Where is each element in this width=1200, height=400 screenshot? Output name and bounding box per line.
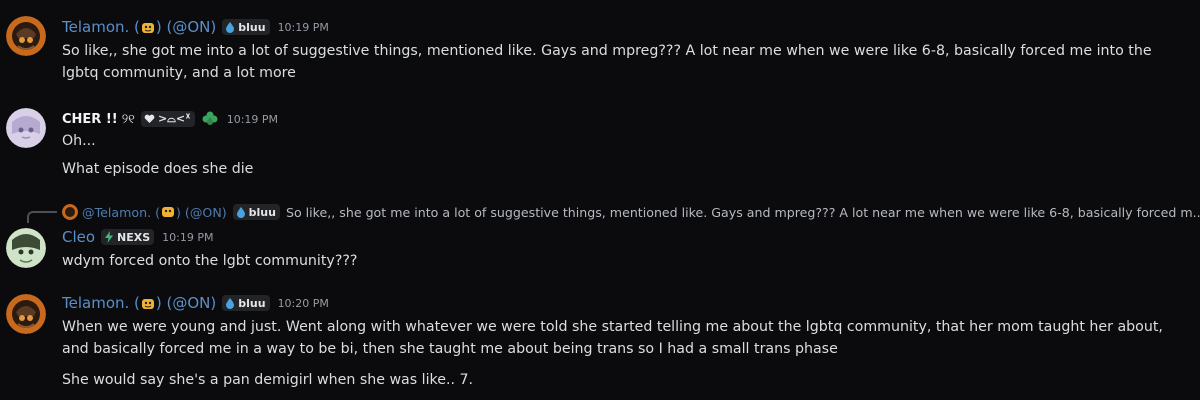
username[interactable]: Telamon. ( [62, 18, 140, 36]
reply-preview[interactable]: @Telamon. ( ) (@ON) bluu So like,, she g… [62, 202, 1200, 222]
tag-label: bluu [238, 296, 266, 310]
theater-mask-icon [161, 205, 175, 219]
message-header: Telamon. ( ) (@ON) bluu 10:19 PM [62, 16, 329, 38]
lightning-icon [105, 231, 114, 243]
message-text: So like,, she got me into a lot of sugge… [62, 43, 1152, 81]
server-tag[interactable]: NEXS [101, 229, 155, 245]
reply-avatar [62, 204, 78, 220]
cleo-avatar[interactable] [6, 228, 46, 268]
reply-spine [27, 211, 57, 223]
timestamp: 10:19 PM [162, 230, 214, 244]
timestamp: 10:19 PM [226, 112, 279, 126]
tag-label: NEXS [117, 230, 151, 244]
reply-username[interactable]: @Telamon. ( [82, 205, 160, 220]
tag-label: bluu [238, 20, 266, 34]
theater-mask-icon [141, 20, 155, 34]
username[interactable]: Cleo [62, 228, 95, 246]
message-text: She would say she's a pan demigirl when … [62, 372, 474, 388]
water-drop-icon [226, 297, 235, 309]
server-tag[interactable]: bluu [222, 295, 270, 311]
message-text: When we were young and just. Went along … [62, 319, 1163, 357]
username-suffix[interactable]: ) (@ON) [156, 294, 216, 312]
message-header: Cleo NEXS 10:19 PM [62, 226, 214, 248]
theater-mask-icon [141, 296, 155, 310]
server-tag[interactable]: bluu [222, 19, 270, 35]
reply-text: So like,, she got me into a lot of sugge… [285, 204, 1200, 220]
name-decoration: ୨୧ [121, 111, 135, 127]
water-drop-icon [236, 206, 245, 218]
timestamp: 10:19 PM [277, 20, 329, 34]
message-text: Oh... [62, 133, 96, 149]
server-tag[interactable]: >⌓<ᕁ [140, 111, 195, 127]
telamon-avatar[interactable] [6, 294, 46, 334]
cher-avatar[interactable] [6, 108, 46, 148]
heart-icon [144, 114, 155, 123]
water-drop-icon [226, 21, 235, 33]
username-suffix[interactable]: ) (@ON) [156, 18, 216, 36]
reply-server-tag: bluu [232, 204, 280, 220]
message-header: CHER !! ୨୧ >⌓<ᕁ 10:19 PM [62, 108, 278, 130]
clover-icon [201, 110, 219, 128]
tag-label: >⌓<ᕁ [157, 112, 191, 125]
telamon-avatar[interactable] [6, 16, 46, 56]
username[interactable]: Telamon. ( [62, 294, 140, 312]
tag-label: bluu [248, 205, 276, 219]
message-text: wdym forced onto the lgbt community??? [62, 253, 358, 269]
message-text: What episode does she die [62, 161, 254, 177]
reply-username-suffix[interactable]: ) (@ON) [176, 205, 227, 220]
username[interactable]: CHER !! [62, 112, 118, 127]
message-header: Telamon. ( ) (@ON) bluu 10:20 PM [62, 292, 329, 314]
timestamp: 10:20 PM [277, 296, 329, 310]
